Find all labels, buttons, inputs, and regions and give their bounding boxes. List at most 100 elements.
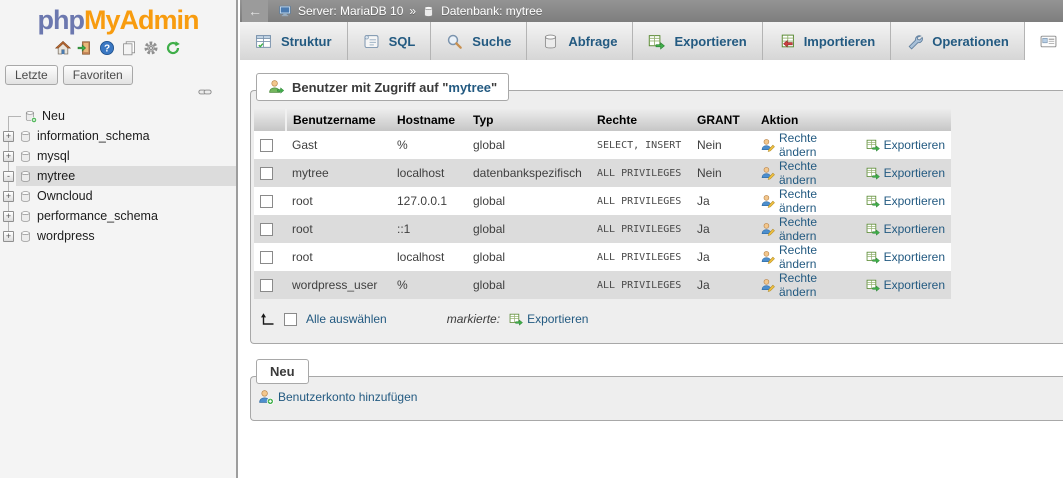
tab-sql[interactable]: SQL (348, 22, 432, 60)
tree-item-information-schema[interactable]: + information_schema (0, 126, 236, 146)
navigation-sidebar: phpMyAdmin Letzte Favoriten Neu + inform… (0, 0, 238, 478)
tab-importieren[interactable]: Importieren (763, 22, 892, 60)
row-checkbox[interactable] (260, 223, 273, 236)
cell-type: global (467, 187, 591, 215)
check-all-link[interactable]: Alle auswählen (306, 312, 387, 326)
row-checkbox[interactable] (260, 251, 273, 264)
cell-privileges: ALL PRIVILEGES (591, 243, 691, 271)
cell-type: global (467, 215, 591, 243)
database-icon (19, 210, 32, 223)
new-user-fieldset: Neu Benutzerkonto hinzufügen (250, 376, 1063, 421)
export-user-link[interactable]: Exportieren (866, 222, 945, 236)
home-icon[interactable] (55, 40, 71, 56)
cell-hostname: localhost (391, 243, 467, 271)
export-user-link[interactable]: Exportieren (866, 250, 945, 264)
cell-privileges: ALL PRIVILEGES (591, 159, 691, 187)
user-edit-icon (761, 194, 775, 208)
tree-item-wordpress[interactable]: + wordpress (0, 226, 236, 246)
export-icon (648, 33, 665, 50)
export-icon (866, 138, 880, 152)
tree-item-owncloud[interactable]: + Owncloud (0, 186, 236, 206)
export-user-link[interactable]: Exportieren (866, 278, 945, 292)
tree-item-label: Neu (42, 109, 65, 123)
tree-item-label: information_schema (37, 129, 150, 143)
cell-username: root (286, 243, 391, 271)
tab-label: Suche (472, 34, 511, 49)
structure-icon (255, 33, 272, 50)
id-card-icon (1040, 33, 1057, 50)
expand-toggle[interactable]: + (3, 231, 14, 242)
export-selected-link[interactable]: Exportieren (509, 312, 588, 326)
tab-abfrage[interactable]: Abfrage (527, 22, 633, 60)
phpmyadmin-logo[interactable]: phpMyAdmin (0, 0, 236, 36)
export-icon (866, 250, 880, 264)
user-edit-icon (761, 250, 775, 264)
breadcrumb-server-link[interactable]: Server: MariaDB 10 (298, 4, 403, 18)
logout-icon[interactable] (77, 40, 93, 56)
tab-struktur[interactable]: Struktur (240, 22, 348, 60)
row-checkbox[interactable] (260, 139, 273, 152)
page-content: Benutzer mit Zugriff auf "mytree" Benutz… (240, 60, 1063, 421)
tab-rechte[interactable]: Rechte (1025, 22, 1063, 60)
cell-privileges: ALL PRIVILEGES (591, 187, 691, 215)
check-all-arrow-icon (259, 311, 275, 327)
row-checkbox[interactable] (260, 195, 273, 208)
row-checkbox[interactable] (260, 167, 273, 180)
edit-privileges-link[interactable]: Rechte ändern (761, 159, 856, 187)
tree-item-mysql[interactable]: + mysql (0, 146, 236, 166)
expand-toggle[interactable]: + (3, 131, 14, 142)
docs-icon[interactable] (121, 40, 137, 56)
tab-suche[interactable]: Suche (431, 22, 527, 60)
cell-grant: Ja (691, 215, 755, 243)
edit-privileges-link[interactable]: Rechte ändern (761, 131, 856, 159)
cell-username: mytree (286, 159, 391, 187)
help-icon[interactable] (99, 40, 115, 56)
database-tree: Neu + information_schema + mysql - mytre… (0, 106, 236, 246)
tree-item-mytree[interactable]: - mytree (0, 166, 236, 186)
wrench-icon (906, 33, 923, 50)
row-checkbox[interactable] (260, 279, 273, 292)
recent-tables-button[interactable]: Letzte (5, 65, 58, 85)
reload-icon[interactable] (165, 40, 181, 56)
tab-exportieren[interactable]: Exportieren (633, 22, 762, 60)
database-icon (19, 230, 32, 243)
link-panel-icon[interactable] (198, 84, 212, 99)
settings-icon[interactable] (143, 40, 159, 56)
tab-bar: Struktur SQL Suche Abfrage Exportieren I… (240, 22, 1063, 60)
export-user-link[interactable]: Exportieren (866, 166, 945, 180)
tree-item-new-database[interactable]: Neu (0, 106, 236, 126)
cell-privileges: ALL PRIVILEGES (591, 271, 691, 299)
tree-item-performance-schema[interactable]: + performance_schema (0, 206, 236, 226)
privileges-table: Benutzername Hostname Typ Rechte GRANT A… (254, 109, 951, 299)
cell-type: global (467, 243, 591, 271)
export-user-link[interactable]: Exportieren (866, 194, 945, 208)
expand-toggle[interactable]: + (3, 151, 14, 162)
user-edit-icon (761, 222, 775, 236)
add-user-account-link[interactable]: Benutzerkonto hinzufügen (258, 389, 417, 405)
sidebar-quick-buttons: Letzte Favoriten (5, 65, 236, 85)
edit-privileges-link[interactable]: Rechte ändern (761, 187, 856, 215)
expand-toggle[interactable]: + (3, 211, 14, 222)
back-arrow-button[interactable]: ← (242, 0, 268, 22)
export-user-link[interactable]: Exportieren (866, 138, 945, 152)
tab-operationen[interactable]: Operationen (891, 22, 1025, 60)
tab-label: Importieren (804, 34, 876, 49)
table-header-row: Benutzername Hostname Typ Rechte GRANT A… (254, 109, 951, 131)
favorite-tables-button[interactable]: Favoriten (63, 65, 133, 85)
tab-label: SQL (389, 34, 416, 49)
cell-hostname: % (391, 131, 467, 159)
tree-connector (8, 116, 21, 117)
edit-privileges-link[interactable]: Rechte ändern (761, 243, 856, 271)
cell-type: datenbankspezifisch (467, 159, 591, 187)
breadcrumb-database-link[interactable]: Datenbank: mytree (441, 4, 542, 18)
edit-privileges-link[interactable]: Rechte ändern (761, 215, 856, 243)
collapse-toggle[interactable]: - (3, 171, 14, 182)
database-icon (19, 170, 32, 183)
table-row: Gast % global SELECT, INSERT Nein Rechte… (254, 131, 951, 159)
cell-grant: Ja (691, 271, 755, 299)
cell-grant: Ja (691, 187, 755, 215)
expand-toggle[interactable]: + (3, 191, 14, 202)
edit-privileges-link[interactable]: Rechte ändern (761, 271, 856, 299)
check-all-checkbox[interactable] (284, 313, 297, 326)
tree-item-label: performance_schema (37, 209, 158, 223)
